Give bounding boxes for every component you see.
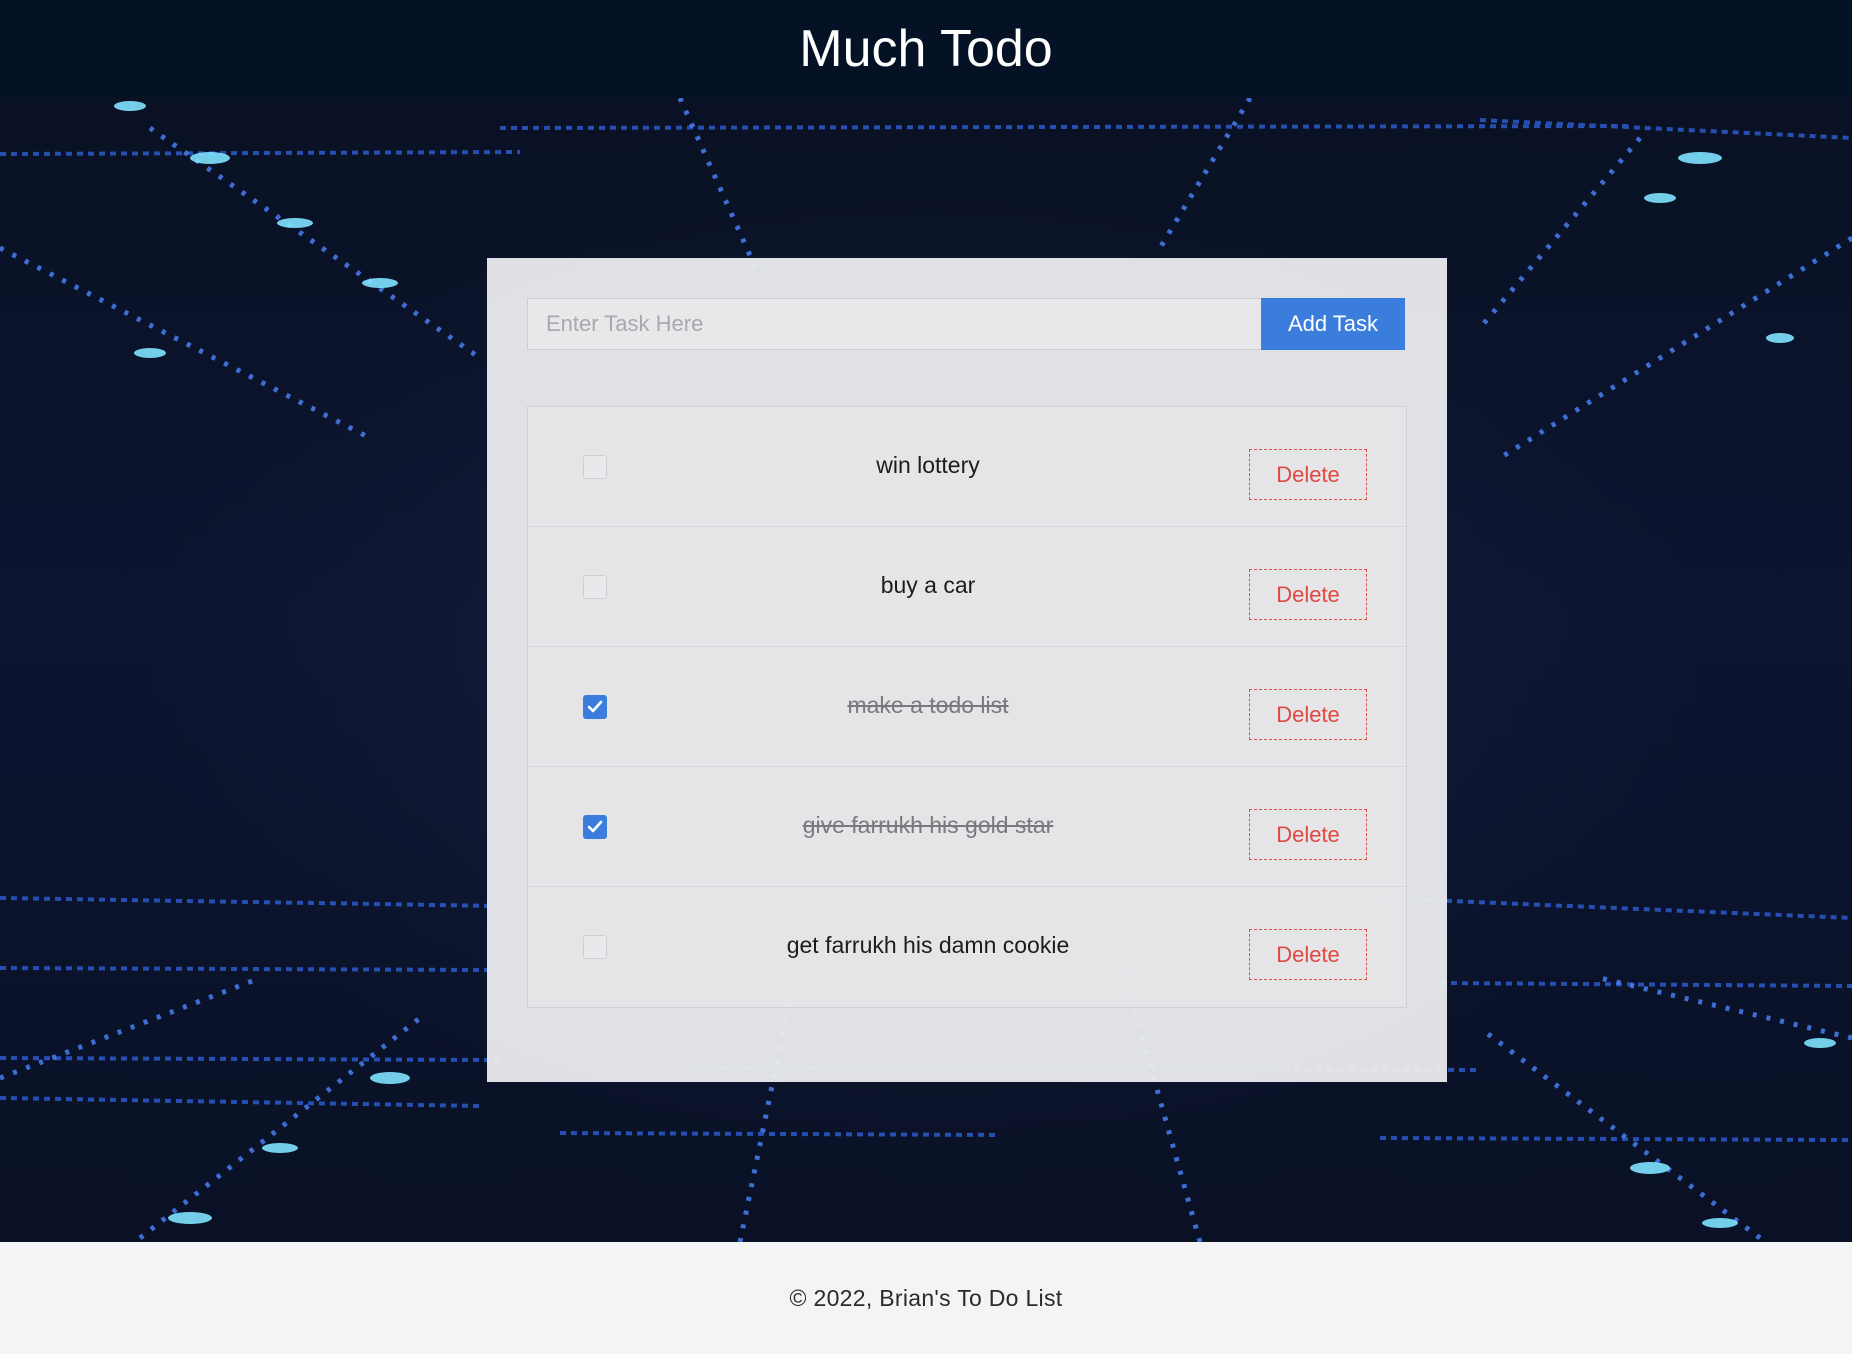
task-label: give farrukh his gold star xyxy=(802,812,1054,838)
task-item: buy a car Delete xyxy=(528,527,1406,647)
task-label: make a todo list xyxy=(847,692,1009,718)
copyright-text: © 2022, Brian's To Do List xyxy=(789,1284,1063,1311)
task-checkbox[interactable] xyxy=(583,575,607,599)
add-task-button[interactable]: Add Task xyxy=(1261,298,1405,350)
task-item: make a todo list Delete xyxy=(528,647,1406,767)
task-checkbox[interactable] xyxy=(583,695,607,719)
task-label: get farrukh his damn cookie xyxy=(786,932,1070,958)
checkmark-icon xyxy=(587,820,603,833)
task-checkbox[interactable] xyxy=(583,455,607,479)
task-checkbox[interactable] xyxy=(583,815,607,839)
app-title: Much Todo xyxy=(799,20,1053,78)
task-list: win lottery Delete buy a car Delete make… xyxy=(527,406,1407,1008)
delete-button[interactable]: Delete xyxy=(1249,929,1367,980)
delete-button[interactable]: Delete xyxy=(1249,689,1367,740)
delete-button[interactable]: Delete xyxy=(1249,809,1367,860)
task-checkbox[interactable] xyxy=(583,935,607,959)
delete-button[interactable]: Delete xyxy=(1249,449,1367,500)
page-footer: © 2022, Brian's To Do List xyxy=(0,1242,1852,1354)
task-item: get farrukh his damn cookie Delete xyxy=(528,887,1406,1007)
add-task-form: Add Task xyxy=(527,298,1405,350)
todo-card: Add Task win lottery Delete buy a car De… xyxy=(487,258,1447,1082)
task-input[interactable] xyxy=(527,298,1261,350)
task-label: win lottery xyxy=(876,452,980,478)
app-header: Much Todo xyxy=(0,0,1852,98)
task-item: give farrukh his gold star Delete xyxy=(528,767,1406,887)
task-item: win lottery Delete xyxy=(528,407,1406,527)
checkmark-icon xyxy=(587,700,603,713)
delete-button[interactable]: Delete xyxy=(1249,569,1367,620)
task-label: buy a car xyxy=(880,572,976,598)
